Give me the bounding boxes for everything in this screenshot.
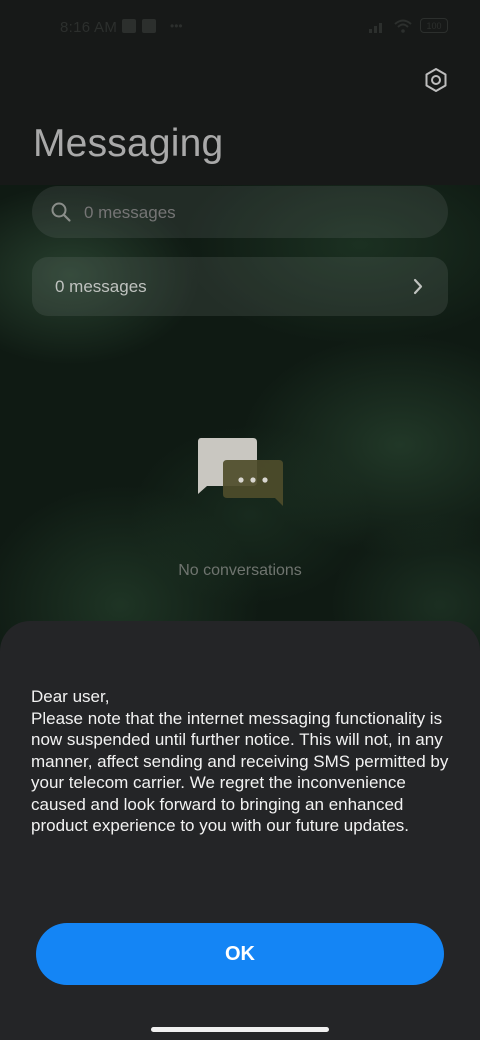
gear-icon (425, 68, 447, 92)
ok-button[interactable]: OK (36, 923, 444, 985)
search-bar[interactable] (32, 186, 448, 240)
status-time: 8:16 AM (60, 19, 118, 36)
notice-message: Dear user, Please note that the internet… (31, 687, 449, 835)
more-notifications-icon: ••• (170, 19, 183, 33)
system-icons: 100 (368, 18, 448, 33)
notification-icons: ••• (122, 19, 183, 33)
notification-icon (122, 19, 136, 33)
signal-icon (369, 22, 382, 33)
battery-icon: 100 (420, 18, 448, 33)
status-bar: 8:16 AM ••• 100 (0, 0, 480, 56)
settings-button[interactable] (422, 66, 450, 94)
empty-state-label: No conversations (178, 562, 302, 579)
chevron-right-icon (413, 278, 423, 295)
home-indicator[interactable] (151, 1027, 329, 1032)
page-title: Messaging (33, 122, 224, 165)
search-input[interactable] (82, 186, 307, 240)
notification-icon (142, 19, 156, 33)
chat-bubbles-icon (198, 438, 283, 506)
search-icon (51, 202, 71, 222)
wifi-icon (394, 19, 412, 33)
messages-row-label: 0 messages (55, 277, 147, 296)
messages-row[interactable]: 0 messages (32, 257, 448, 316)
messaging-screen: 8:16 AM ••• 100 Messaging 0 messages 0 m… (0, 0, 480, 1040)
